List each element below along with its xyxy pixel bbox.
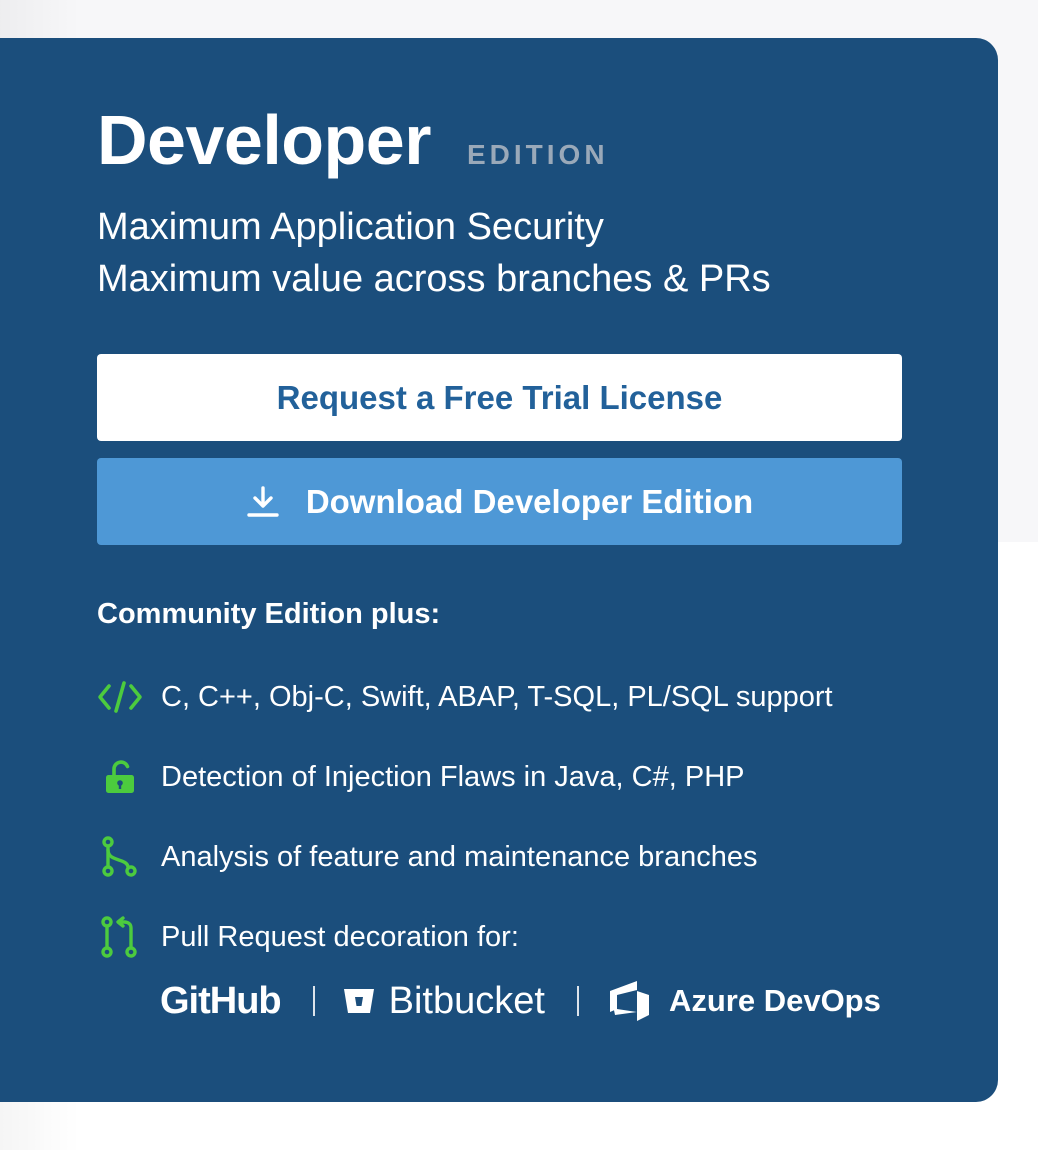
azure-devops-icon [609, 981, 649, 1021]
logo-divider [576, 986, 579, 1016]
platform-logos: GitHub Bitbucket Azure DevOps [160, 976, 881, 1026]
unlock-icon [97, 755, 147, 799]
subtitle-line-1: Maximum Application Security [97, 206, 604, 248]
download-label: Download Developer Edition [305, 482, 754, 520]
azure-devops-text: Azure DevOps [668, 983, 881, 1018]
feature-text: Analysis of feature and maintenance bran… [161, 840, 758, 873]
edition-tag: EDITION [466, 139, 609, 170]
subtitle-line-2: Maximum value across branches & PRs [97, 258, 771, 300]
feature-text: C, C++, Obj-C, Swift, ABAP, T-SQL, PL/SQ… [161, 680, 833, 713]
azure-devops-logo: Azure DevOps [607, 979, 881, 1023]
features-heading: Community Edition plus: [97, 598, 441, 630]
title-row: Developer EDITION [97, 100, 609, 180]
logo-divider [312, 986, 315, 1016]
code-icon [97, 675, 147, 719]
download-icon [247, 485, 279, 517]
edition-title: Developer [97, 101, 431, 179]
developer-edition-card: Developer EDITION Maximum Application Se… [0, 38, 998, 1102]
download-button[interactable]: Download Developer Edition [97, 458, 902, 545]
feature-item: C, C++, Obj-C, Swift, ABAP, T-SQL, PL/SQ… [97, 675, 833, 719]
feature-text: Detection of Injection Flaws in Java, C#… [161, 760, 745, 793]
pull-request-icon [97, 915, 147, 959]
github-logo: GitHub [160, 979, 282, 1022]
bitbucket-icon [343, 989, 374, 1013]
request-trial-label: Request a Free Trial License [276, 378, 723, 416]
bitbucket-text: Bitbucket [388, 979, 545, 1022]
branch-icon [97, 835, 147, 879]
bitbucket-logo: Bitbucket [343, 980, 545, 1023]
feature-text: Pull Request decoration for: [161, 920, 519, 953]
request-trial-button[interactable]: Request a Free Trial License [97, 354, 902, 441]
feature-item: Detection of Injection Flaws in Java, C#… [97, 755, 744, 799]
feature-item: Analysis of feature and maintenance bran… [97, 835, 757, 879]
feature-item: Pull Request decoration for: [97, 915, 519, 959]
